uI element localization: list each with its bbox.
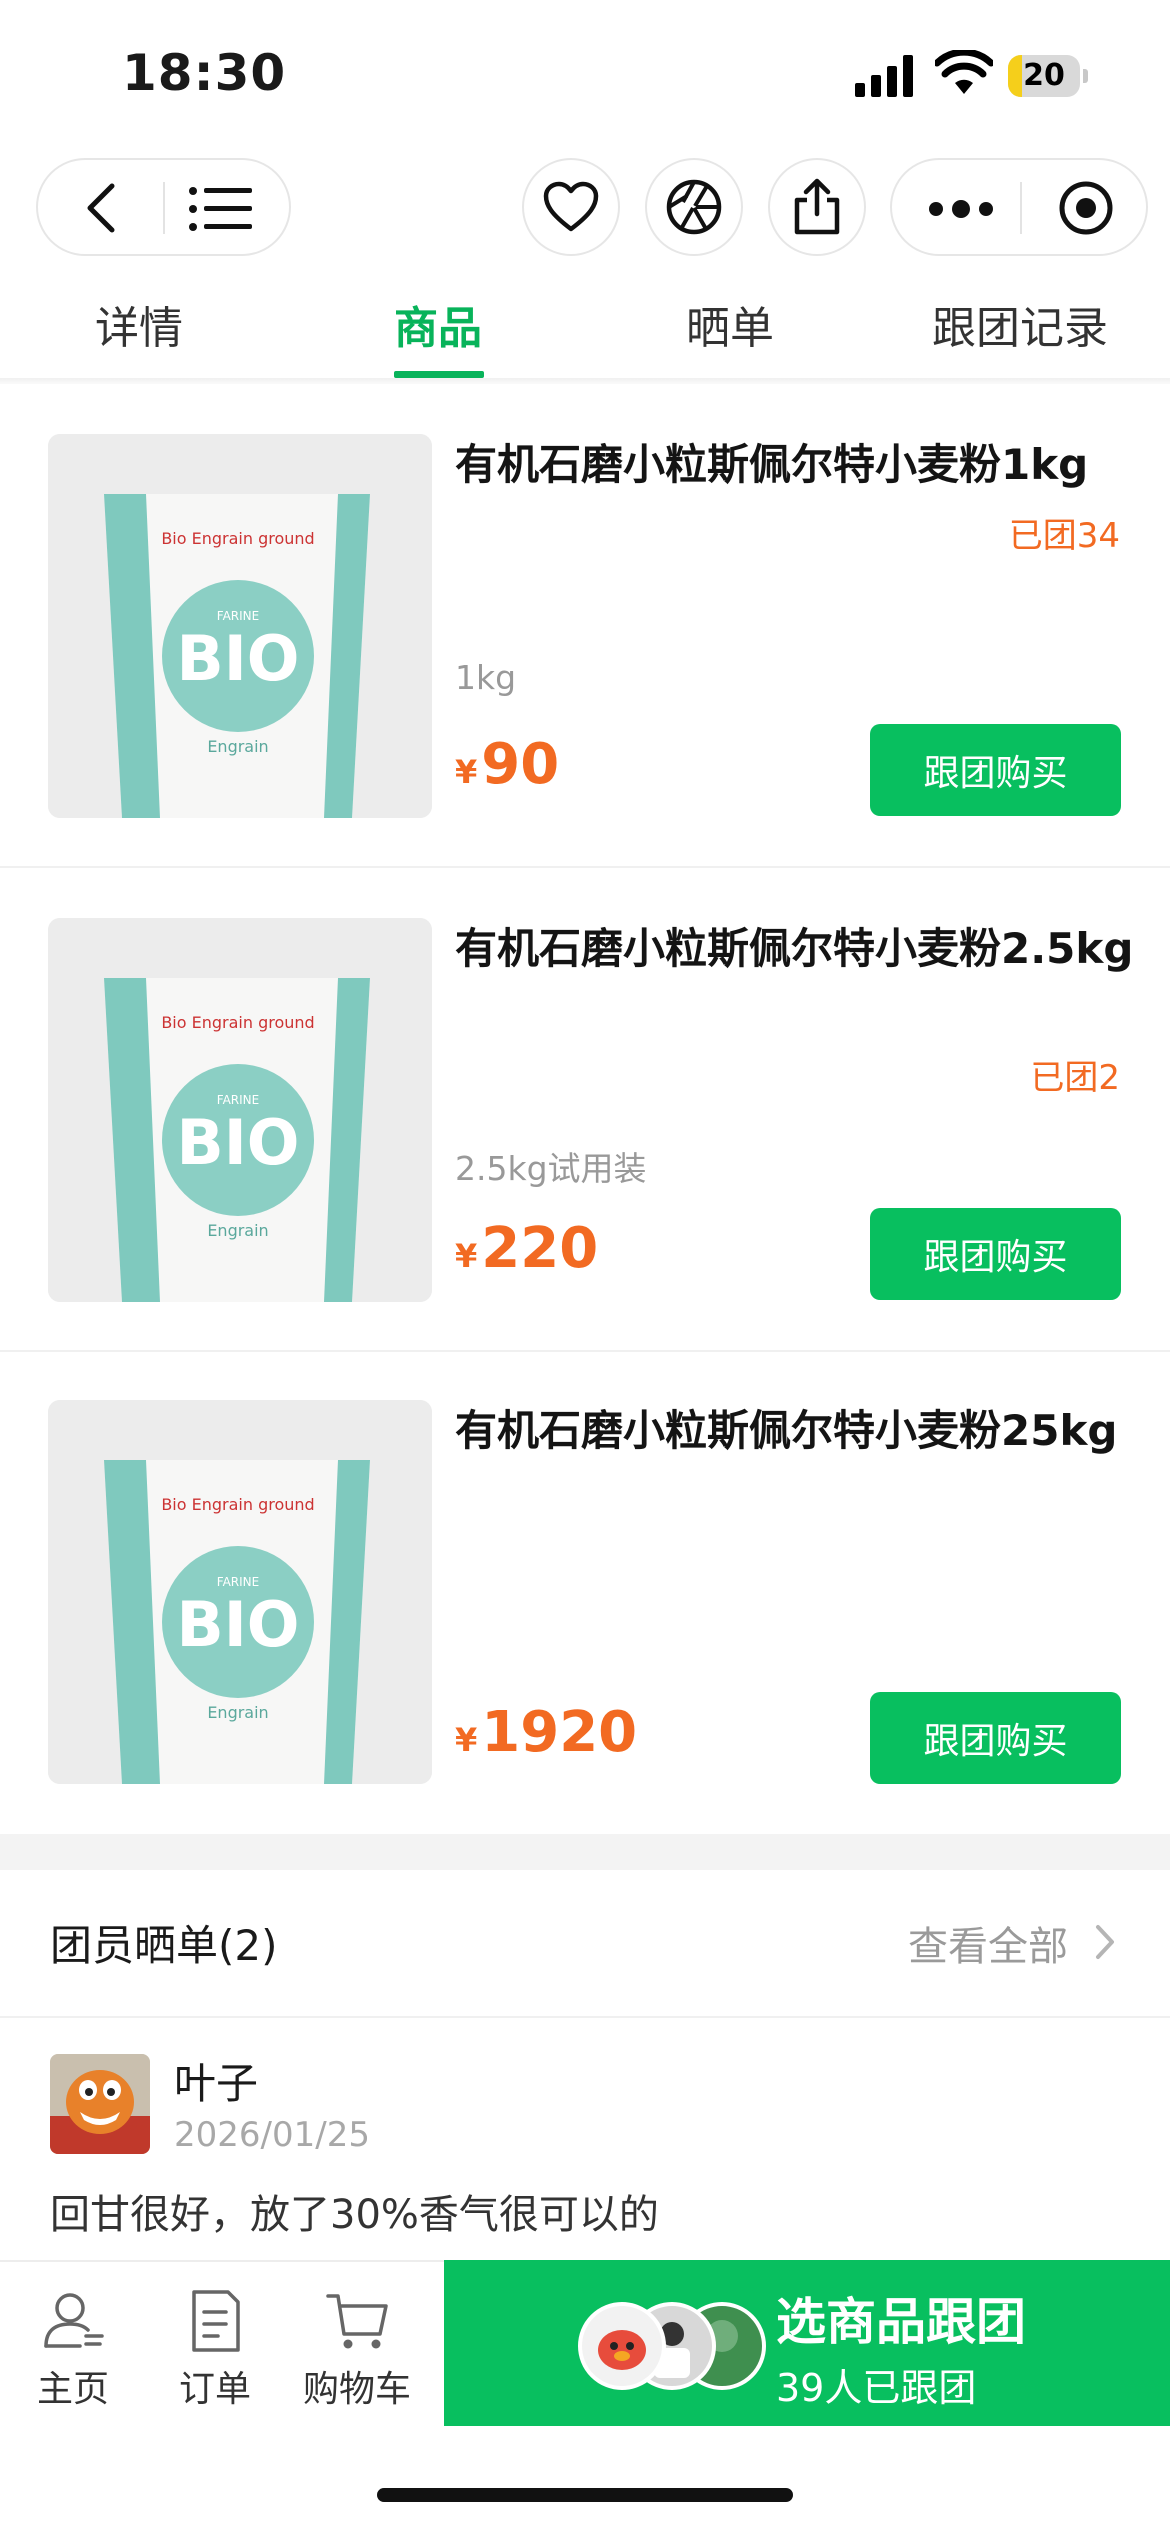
product-price: ¥1920 [455, 1700, 637, 1765]
product-image-sub: Engrain [207, 737, 268, 756]
bottom-nav-label: 购物车 [302, 2369, 411, 2410]
product-title: 有机石磨小粒斯佩尔特小麦粉1kg [455, 440, 1089, 489]
tab-showcase[interactable]: 晒单 [686, 292, 774, 356]
list-icon[interactable] [188, 185, 254, 233]
product-image-sub: Engrain [207, 1221, 268, 1240]
section-divider [0, 1834, 1170, 1870]
join-group-buy-button[interactable]: 跟团购买 [870, 1208, 1121, 1300]
product-sold-count: 已团34 [1008, 516, 1120, 556]
battery-level: 20 [1023, 58, 1065, 93]
nav-capsule-left [36, 158, 291, 256]
aperture-icon [666, 179, 722, 235]
product-image-brand-small: FARINE [217, 609, 259, 623]
cart-icon [326, 2294, 388, 2349]
review-date: 2026/01/25 [174, 2115, 370, 2155]
share-icon [794, 178, 840, 235]
product-spec: 1kg [455, 658, 517, 697]
signal-icon [855, 55, 913, 97]
product-image-caption: Bio Engrain ground [161, 1495, 314, 1514]
product-sold-count: 已团2 [1030, 1058, 1120, 1098]
app-screen: 18:30 20 详情 商品 晒单 跟团记录 Bio Engrain groun… [0, 0, 1170, 2532]
camera-button[interactable] [645, 158, 743, 256]
tab-products[interactable]: 商品 [394, 292, 482, 356]
currency-symbol: ¥ [455, 1721, 478, 1759]
reviewer-name: 叶子 [174, 2059, 259, 2108]
order-doc-icon [192, 2290, 240, 2352]
status-time: 18:30 [122, 44, 287, 102]
currency-symbol: ¥ [455, 753, 478, 791]
battery-icon: 20 [1008, 55, 1088, 97]
product-image: Bio Engrain ground FARINE BIO Engrain [48, 1400, 432, 1784]
home-indicator [377, 2488, 793, 2502]
product-image-brand: BIO [176, 1588, 299, 1661]
heart-icon [543, 181, 599, 232]
product-price: ¥220 [455, 1216, 598, 1281]
product-price: ¥90 [455, 732, 559, 797]
join-group-buy-button[interactable]: 跟团购买 [870, 1692, 1121, 1784]
bottom-nav-label: 订单 [178, 2369, 251, 2410]
chevron-left-icon[interactable] [78, 182, 128, 234]
avatar[interactable] [50, 2054, 150, 2154]
product-spec: 2.5kg试用装 [455, 1149, 647, 1188]
product-title: 有机石磨小粒斯佩尔特小麦粉25kg [455, 1406, 1118, 1455]
nav-capsule-right [890, 158, 1148, 256]
price-amount: 90 [481, 732, 560, 797]
currency-symbol: ¥ [455, 1237, 478, 1275]
view-all-link[interactable]: 查看全部 [908, 1914, 1068, 1972]
bottom-nav-home[interactable]: 主页 [8, 2288, 138, 2412]
target-icon[interactable] [1058, 180, 1114, 236]
share-button[interactable] [768, 158, 866, 256]
product-title: 有机石磨小粒斯佩尔特小麦粉2.5kg [455, 924, 1134, 973]
cta-title: 选商品跟团 [776, 2293, 1026, 2351]
product-image-caption: Bio Engrain ground [161, 1013, 314, 1032]
product-image: Bio Engrain ground FARINE BIO Engrain [48, 434, 432, 818]
bottom-nav-cart[interactable]: 购物车 [292, 2288, 422, 2412]
product-image-brand: BIO [176, 1106, 299, 1179]
product-image-brand-small: FARINE [217, 1093, 259, 1107]
member-avatars [578, 2302, 766, 2390]
tab-active-indicator [394, 371, 484, 378]
product-card[interactable]: Bio Engrain ground FARINE BIO Engrain 有机… [0, 384, 1170, 868]
favorite-button[interactable] [522, 158, 620, 256]
home-user-icon [44, 2293, 104, 2348]
product-card[interactable]: Bio Engrain ground FARINE BIO Engrain 有机… [0, 868, 1170, 1352]
tab-group-records[interactable]: 跟团记录 [932, 292, 1108, 356]
review-text: 回甘很好，放了30%香气很可以的 [50, 2192, 659, 2238]
product-image: Bio Engrain ground FARINE BIO Engrain [48, 918, 432, 1302]
more-dots-icon[interactable] [928, 190, 994, 228]
product-image-sub: Engrain [207, 1703, 268, 1722]
reviews-title: 团员晒单(2) [50, 1921, 278, 1970]
chevron-right-icon[interactable] [1093, 1922, 1117, 1962]
bottom-nav-orders[interactable]: 订单 [150, 2288, 280, 2412]
cta-subtitle: 39人已跟团 [776, 2366, 977, 2410]
bottom-nav-label: 主页 [36, 2369, 109, 2410]
product-image-caption: Bio Engrain ground [161, 529, 314, 548]
join-group-buy-button[interactable]: 跟团购买 [870, 724, 1121, 816]
product-image-brand: BIO [176, 622, 299, 695]
price-amount: 1920 [481, 1700, 638, 1765]
reviews-divider [0, 2016, 1170, 2018]
tab-details[interactable]: 详情 [95, 292, 183, 356]
price-amount: 220 [481, 1216, 599, 1281]
wifi-icon [935, 50, 993, 94]
product-card[interactable]: Bio Engrain ground FARINE BIO Engrain 有机… [0, 1350, 1170, 1834]
product-image-brand-small: FARINE [217, 1575, 259, 1589]
